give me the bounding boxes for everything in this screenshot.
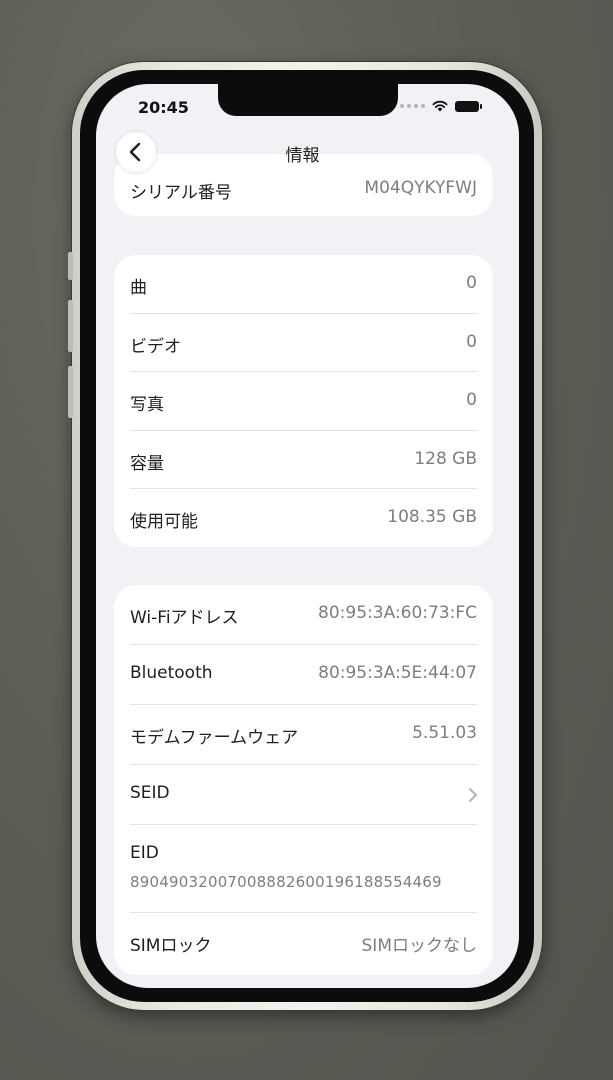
bluetooth-label: Bluetooth [130, 663, 213, 683]
wifi-icon [432, 100, 448, 112]
modem-firmware-label: モデムファームウェア [130, 728, 299, 748]
status-icons [400, 100, 482, 112]
list-item: 曲 0 [114, 255, 493, 314]
songs-value: 0 [466, 273, 477, 293]
capacity-value: 128 GB [414, 448, 477, 469]
sim-lock-row: SIMロック SIMロックなし [114, 913, 493, 973]
bluetooth-value: 80:95:3A:5E:44:07 [318, 663, 477, 683]
wifi-address-row: Wi-Fiアドレス 80:95:3A:60:73:FC [114, 585, 493, 645]
media-section: 曲 0 ビデオ 0 写真 0 容量 128 GB 使用可能 108.35 GB [114, 255, 493, 547]
page-title: 情報 [285, 146, 320, 166]
eid-row: EID 89049032007008882600196188554469 [114, 825, 493, 913]
phone-screen: 20:45 シリアル番号 M04QYKYFWJ 情報 曲 0 ビデオ 0 写真 … [96, 84, 519, 988]
wifi-address-label: Wi-Fiアドレス [130, 608, 239, 628]
serial-label: シリアル番号 [130, 183, 232, 203]
available-label: 使用可能 [130, 512, 198, 532]
available-value: 108.35 GB [387, 507, 477, 527]
battery-icon [455, 100, 482, 112]
eid-label: EID [130, 843, 159, 863]
list-item: 容量 128 GB [114, 431, 493, 489]
sim-lock-value: SIMロックなし [361, 936, 477, 956]
notch [218, 84, 398, 116]
list-item: ビデオ 0 [114, 314, 493, 372]
modem-firmware-value: 5.51.03 [412, 723, 477, 743]
photos-value: 0 [466, 390, 477, 410]
chevron-right-icon [469, 788, 477, 802]
eid-value: 89049032007008882600196188554469 [130, 873, 442, 891]
signal-icon [400, 104, 425, 108]
wifi-address-value: 80:95:3A:60:73:FC [318, 603, 477, 623]
side-button [68, 366, 73, 418]
modem-firmware-row: モデムファームウェア 5.51.03 [114, 705, 493, 765]
photos-label: 写真 [130, 395, 164, 415]
side-button [68, 252, 73, 280]
status-time: 20:45 [138, 98, 189, 117]
nav-bar: 情報 [96, 128, 519, 178]
seid-label: SEID [130, 783, 170, 803]
bluetooth-row: Bluetooth 80:95:3A:5E:44:07 [114, 645, 493, 705]
network-section: Wi-Fiアドレス 80:95:3A:60:73:FC Bluetooth 80… [114, 585, 493, 975]
songs-label: 曲 [130, 278, 147, 298]
list-item: 使用可能 108.35 GB [114, 489, 493, 548]
videos-value: 0 [466, 331, 477, 352]
sim-lock-label: SIMロック [130, 936, 212, 956]
videos-label: ビデオ [130, 336, 181, 357]
serial-value: M04QYKYFWJ [364, 178, 477, 198]
capacity-label: 容量 [130, 453, 164, 474]
list-item: 写真 0 [114, 372, 493, 431]
side-button [68, 300, 73, 352]
seid-row[interactable]: SEID [114, 765, 493, 825]
